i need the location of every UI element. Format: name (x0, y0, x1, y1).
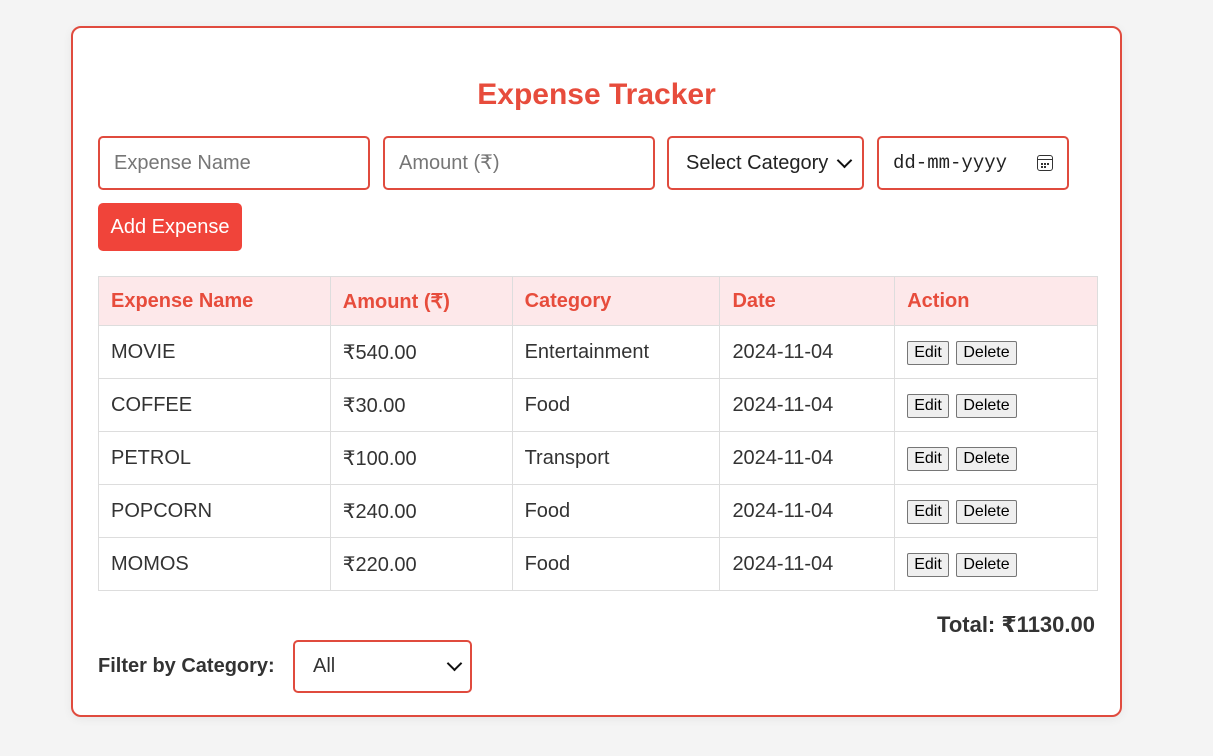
cell-category: Entertainment (511, 325, 721, 379)
column-header-date: Date (719, 276, 896, 326)
cell-category: Transport (511, 431, 721, 485)
column-header-amount: Amount (₹) (329, 276, 513, 326)
page-title: Expense Tracker (477, 78, 716, 111)
date-input[interactable]: dd-mm-yyyy (877, 136, 1069, 190)
chevron-down-icon (836, 152, 853, 168)
cell-amount: ₹540.00 (329, 325, 513, 379)
chevron-down-icon (446, 655, 463, 672)
column-header-action: Action (894, 276, 1098, 326)
cell-action: Edit Delete (894, 431, 1098, 485)
table-row: MOVIE ₹540.00 Entertainment 2024-11-04 E… (98, 325, 1098, 379)
add-expense-button[interactable]: Add Expense (98, 203, 242, 251)
delete-button[interactable]: Delete (956, 552, 1017, 577)
cell-date: 2024-11-04 (719, 537, 896, 591)
edit-button[interactable]: Edit (907, 552, 949, 577)
cell-action: Edit Delete (894, 537, 1098, 591)
cell-expense-name: MOVIE (98, 325, 331, 379)
cell-date: 2024-11-04 (719, 325, 896, 379)
table-row: POPCORN ₹240.00 Food 2024-11-04 Edit Del… (98, 484, 1098, 538)
expense-table: Expense Name Amount (₹) Category Date Ac… (98, 276, 1098, 591)
delete-button[interactable]: Delete (956, 446, 1017, 471)
expense-name-input[interactable] (98, 136, 370, 190)
cell-date: 2024-11-04 (719, 431, 896, 485)
filter-category-select[interactable]: All (293, 640, 472, 693)
table-header-row: Expense Name Amount (₹) Category Date Ac… (98, 276, 1098, 326)
cell-action: Edit Delete (894, 378, 1098, 432)
delete-button[interactable]: Delete (956, 393, 1017, 418)
cell-date: 2024-11-04 (719, 484, 896, 538)
cell-amount: ₹30.00 (329, 378, 513, 432)
category-select-value: Select Category (686, 151, 829, 174)
filter-select-value: All (313, 655, 336, 677)
edit-button[interactable]: Edit (907, 499, 949, 524)
filter-label: Filter by Category: (98, 655, 275, 677)
cell-expense-name: MOMOS (98, 537, 331, 591)
cell-action: Edit Delete (894, 325, 1098, 379)
cell-expense-name: PETROL (98, 431, 331, 485)
cell-action: Edit Delete (894, 484, 1098, 538)
cell-amount: ₹100.00 (329, 431, 513, 485)
cell-date: 2024-11-04 (719, 378, 896, 432)
delete-button[interactable]: Delete (956, 340, 1017, 365)
edit-button[interactable]: Edit (907, 393, 949, 418)
table-row: MOMOS ₹220.00 Food 2024-11-04 Edit Delet… (98, 537, 1098, 591)
amount-input[interactable] (383, 136, 655, 190)
cell-amount: ₹240.00 (329, 484, 513, 538)
cell-amount: ₹220.00 (329, 537, 513, 591)
cell-category: Food (511, 484, 721, 538)
total-amount: Total: ₹1130.00 (937, 612, 1095, 637)
calendar-icon[interactable] (1037, 155, 1053, 171)
cell-category: Food (511, 378, 721, 432)
cell-expense-name: POPCORN (98, 484, 331, 538)
table-row: COFFEE ₹30.00 Food 2024-11-04 Edit Delet… (98, 378, 1098, 432)
category-select[interactable]: Select Category (667, 136, 864, 190)
edit-button[interactable]: Edit (907, 340, 949, 365)
table-row: PETROL ₹100.00 Transport 2024-11-04 Edit… (98, 431, 1098, 485)
expense-tracker-card: Expense Tracker Select Category dd-mm-yy… (71, 26, 1122, 717)
cell-category: Food (511, 537, 721, 591)
date-input-placeholder: dd-mm-yyyy (893, 152, 1008, 174)
delete-button[interactable]: Delete (956, 499, 1017, 524)
cell-expense-name: COFFEE (98, 378, 331, 432)
column-header-category: Category (511, 276, 721, 326)
column-header-expense-name: Expense Name (98, 276, 331, 326)
edit-button[interactable]: Edit (907, 446, 949, 471)
